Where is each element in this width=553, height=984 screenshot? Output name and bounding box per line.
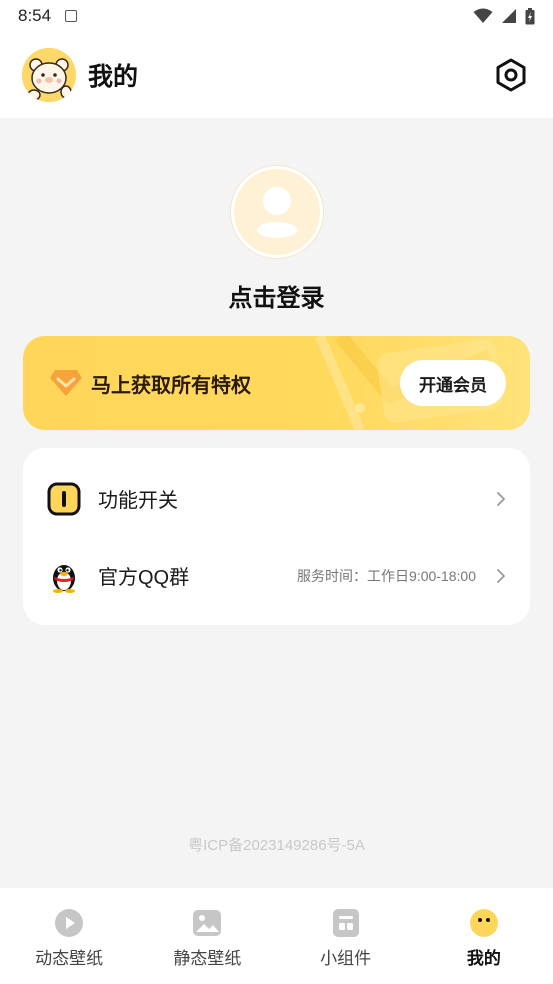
icp-license-text[interactable]: 粤ICP备2023149286号-5A — [0, 834, 553, 855]
status-icons — [473, 7, 535, 25]
vip-text: 马上获取所有特权 — [91, 374, 251, 397]
profile-section: 点击登录 — [0, 118, 553, 313]
menu-item-feature-switch[interactable]: 功能开关 — [23, 460, 530, 537]
notification-icon — [65, 10, 78, 22]
tab-label: 我的 — [466, 949, 501, 968]
menu-item-label: 官方QQ群 — [98, 567, 190, 589]
menu-item-qq-group[interactable]: 官方QQ群 服务时间：工作日9:00-18:00 — [23, 537, 530, 614]
avatar[interactable] — [22, 48, 76, 102]
service-hours-text: 服务时间：工作日9:00-18:00 — [297, 567, 476, 584]
chevron-right-icon — [497, 568, 505, 583]
menu-card: 功能开关 官方QQ群 服务时间：工作日9:00-18:00 — [23, 448, 530, 625]
vip-info: 马上获取所有特权 — [49, 368, 251, 398]
status-bar: 8:54 — [0, 0, 553, 32]
tab-mine[interactable]: 我的 — [415, 888, 553, 984]
status-time: 8:54 — [18, 6, 52, 25]
tab-label: 动态壁纸 — [35, 949, 104, 968]
menu-item-label: 功能开关 — [98, 490, 178, 512]
widget-icon — [331, 908, 361, 938]
settings-hexagon-icon — [496, 58, 526, 92]
tab-widgets[interactable]: 小组件 — [277, 888, 415, 984]
open-membership-button[interactable]: 开通会员 — [400, 360, 506, 406]
qq-penguin-icon — [47, 559, 81, 593]
play-circle-icon — [54, 908, 84, 938]
signal-icon — [502, 9, 516, 23]
battery-icon — [525, 7, 535, 24]
toggle-icon — [47, 482, 81, 516]
diamond-icon — [50, 370, 82, 396]
login-link[interactable]: 点击登录 — [229, 278, 325, 313]
image-icon — [192, 908, 222, 938]
tab-label: 静态壁纸 — [173, 949, 242, 968]
user-placeholder-icon — [256, 187, 297, 238]
page-title: 我的 — [88, 63, 139, 91]
app-header: 我的 — [0, 32, 553, 118]
tab-static-wallpaper[interactable]: 静态壁纸 — [138, 888, 276, 984]
chevron-right-icon — [497, 491, 505, 506]
settings-button[interactable] — [491, 55, 531, 95]
vip-banner[interactable]: 马上获取所有特权 开通会员 — [23, 336, 530, 430]
tab-label: 小组件 — [320, 949, 372, 968]
wifi-icon — [473, 8, 493, 23]
bottom-nav: 动态壁纸 静态壁纸 小组件 我的 — [0, 888, 553, 984]
user-avatar[interactable] — [230, 166, 323, 258]
face-icon — [469, 908, 499, 938]
tab-dynamic-wallpaper[interactable]: 动态壁纸 — [0, 888, 138, 984]
bear-avatar-icon — [22, 48, 76, 102]
